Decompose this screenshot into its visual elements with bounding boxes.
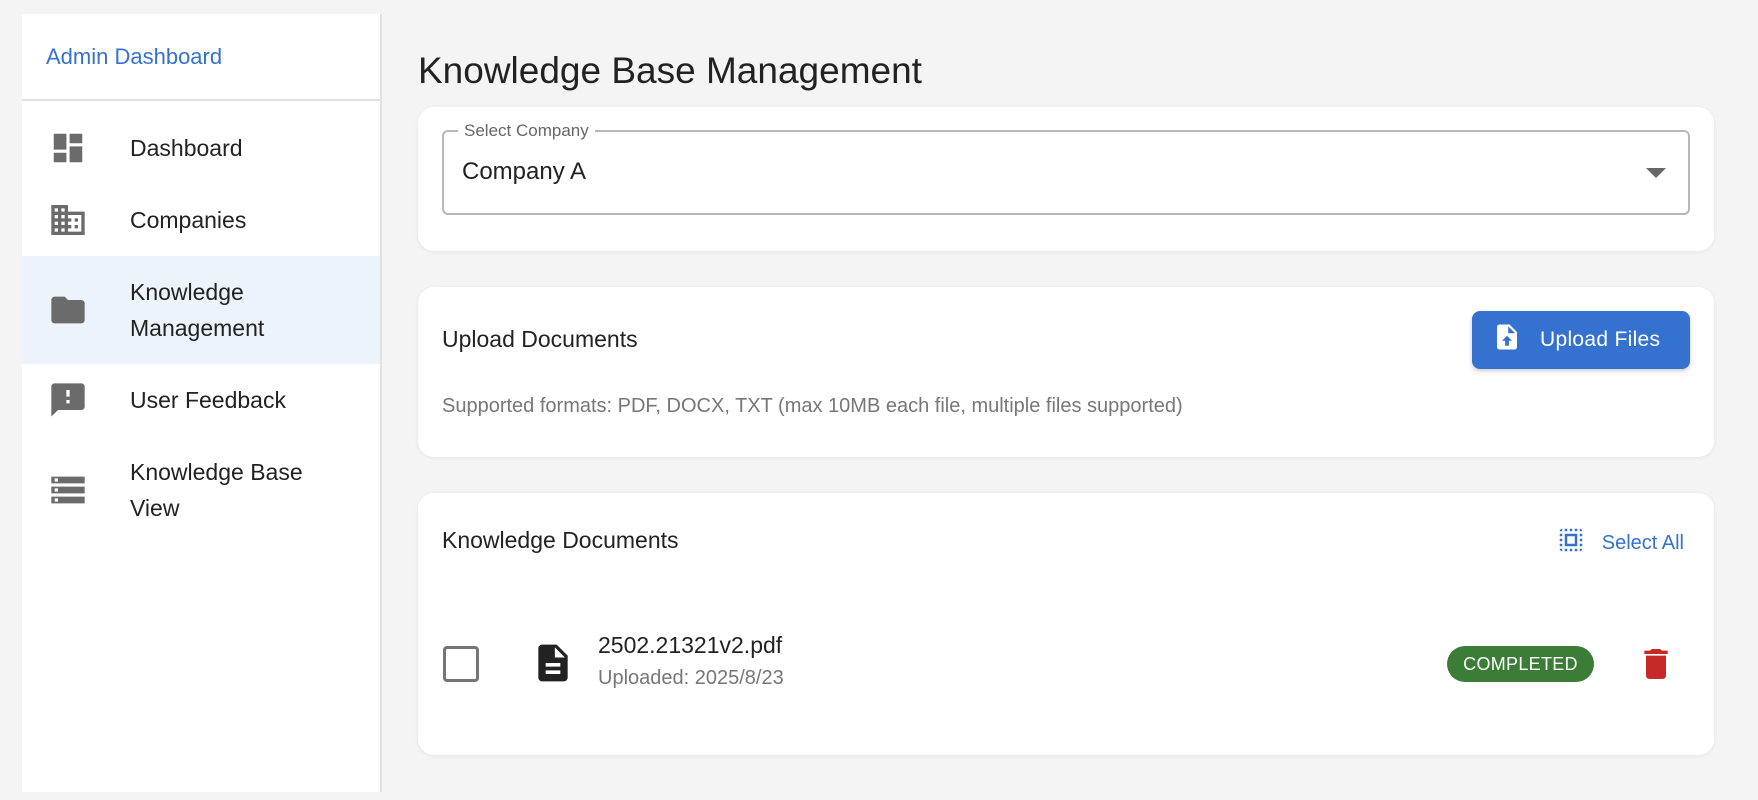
upload-hint: Supported formats: PDF, DOCX, TXT (max 1… [442,395,1183,417]
sidebar-item-label: Knowledge Management [130,279,265,341]
sidebar-item-dashboard[interactable]: Dashboard [22,112,380,184]
status-badge: COMPLETED [1447,646,1594,682]
page-title: Knowledge Base Management [418,50,922,91]
document-name[interactable]: 2502.21321v2.pdf [598,632,782,659]
storage-icon [48,470,88,510]
company-select[interactable]: Select Company Company A [442,121,1690,215]
upload-file-icon [1492,320,1522,360]
document-icon [531,639,575,692]
select-all-label: Select All [1601,531,1684,554]
sidebar-item-companies[interactable]: Companies [22,184,380,256]
sidebar-item-knowledge-management[interactable]: Knowledge Management [22,256,380,364]
select-all-button[interactable]: Select All [1556,525,1684,561]
chevron-down-icon[interactable] [1646,168,1666,178]
documents-card: Knowledge Documents Select All 2502.2132… [418,493,1714,755]
sidebar-item-label: Companies [130,207,247,233]
sidebar-item-user-feedback[interactable]: User Feedback [22,364,380,436]
sidebar-item-label: Dashboard [130,135,243,161]
document-row: 2502.21321v2.pdf Uploaded: 2025/8/23 COM… [418,618,1714,708]
company-select-label: Select Company [458,121,595,141]
sidebar-item-knowledge-base-view[interactable]: Knowledge Base View [22,436,380,544]
select-all-icon [1556,525,1586,561]
upload-files-button[interactable]: Upload Files [1472,311,1690,369]
upload-title: Upload Documents [442,326,638,352]
documents-title: Knowledge Documents [442,527,679,553]
document-upload-date: Uploaded: 2025/8/23 [598,667,784,689]
company-select-card: Select Company Company A [418,107,1714,251]
upload-card: Upload Documents Upload Files Supported … [418,287,1714,457]
delete-icon[interactable] [1632,640,1680,688]
building-icon [48,200,88,240]
sidebar: Admin Dashboard Dashboard Companies Know… [22,14,382,792]
feedback-icon [48,380,88,420]
sidebar-item-label: User Feedback [130,387,286,413]
sidebar-item-label: Knowledge Base View [130,459,303,521]
brand-title[interactable]: Admin Dashboard [22,14,380,101]
folder-icon [48,290,88,330]
document-checkbox[interactable] [443,646,479,682]
upload-files-label: Upload Files [1540,328,1661,351]
dashboard-icon [48,128,88,168]
company-select-value: Company A [462,158,587,185]
